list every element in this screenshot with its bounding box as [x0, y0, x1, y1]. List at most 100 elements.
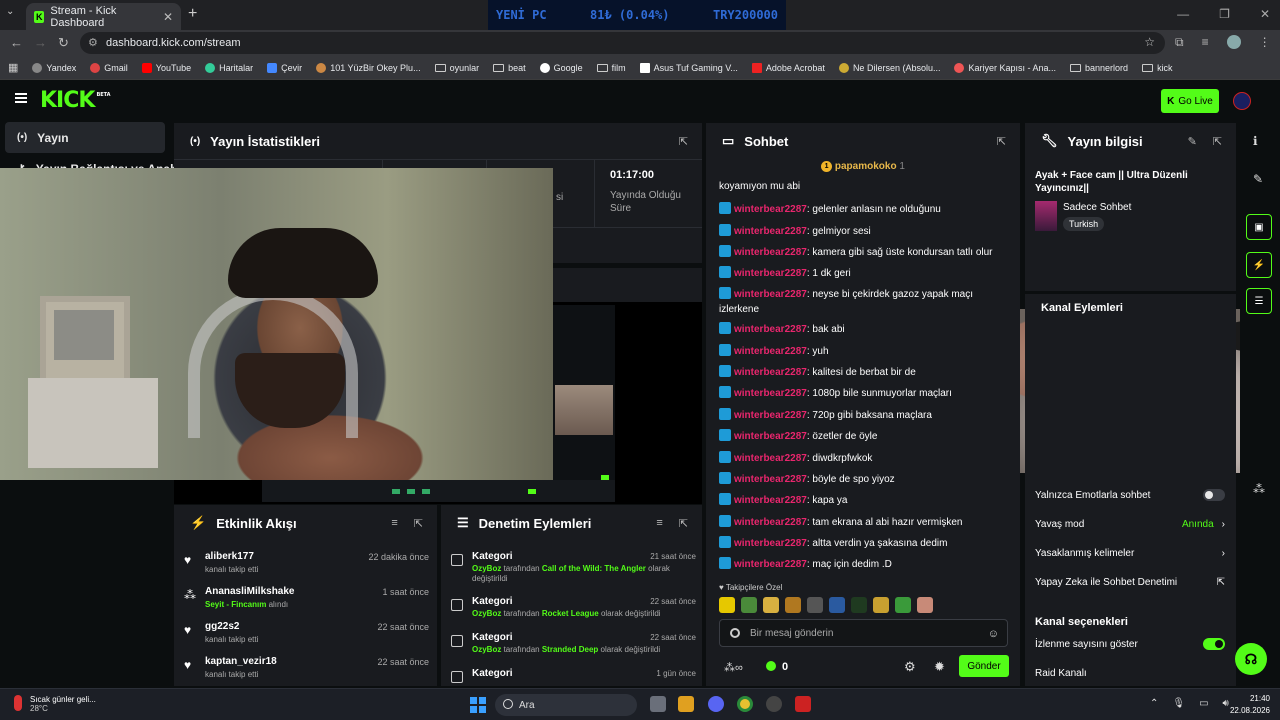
mod-actor[interactable]: OzyBoz [472, 645, 501, 654]
close-tab-icon[interactable]: ✕ [163, 10, 173, 24]
bookmark-folder[interactable]: bannerlord [1070, 63, 1128, 73]
top-gifter[interactable]: 1 papamokoko 1 [706, 161, 1020, 172]
forward-arrow-icon[interactable]: → [34, 35, 47, 50]
back-arrow-icon[interactable]: ← [10, 35, 23, 50]
filter-icon[interactable]: ≡ [391, 517, 397, 530]
chat-input[interactable]: Bir mesaj gönderin ☺ [719, 619, 1008, 647]
close-window-icon[interactable]: ✕ [1260, 7, 1270, 21]
microphone-icon[interactable]: 🎙︎ [1172, 698, 1185, 709]
feed-username[interactable]: AnanasliMilkshake [205, 586, 294, 597]
file-explorer-icon[interactable] [678, 696, 694, 712]
points-counter[interactable]: 0 [766, 661, 788, 673]
mod-actor[interactable]: OzyBoz [472, 564, 501, 573]
chat-username[interactable]: winterbear2287 [734, 474, 807, 485]
bookmark-folder[interactable]: kick [1142, 63, 1173, 73]
chat-username[interactable]: winterbear2287 [734, 346, 807, 357]
feed-username[interactable]: aliberk177 [205, 551, 254, 562]
popout-icon[interactable]: ⇱ [997, 135, 1006, 148]
hamburger-menu-icon[interactable] [15, 93, 27, 103]
chat-username[interactable]: winterbear2287 [734, 324, 807, 335]
chat-username[interactable]: winterbear2287 [734, 388, 807, 399]
emote-icon[interactable] [895, 597, 911, 613]
taskbar-search[interactable]: Ara [495, 694, 637, 716]
show-viewcount-setting[interactable]: İzlenme sayısını göster [1035, 633, 1225, 655]
rail-activity-button[interactable]: ⚡ [1246, 252, 1272, 278]
extensions-icon[interactable]: ⧉ [1175, 35, 1184, 50]
minimize-icon[interactable]: — [1177, 7, 1189, 21]
popout-icon[interactable]: ⇱ [1213, 135, 1222, 148]
user-avatar[interactable] [1233, 92, 1251, 110]
rail-list-button[interactable]: ☰ [1246, 288, 1272, 314]
bookmark-item[interactable]: Google [539, 62, 583, 73]
bookmark-star-icon[interactable]: ☆ [1144, 35, 1155, 49]
emoji-icon[interactable]: ☺ [988, 628, 999, 640]
chat-username[interactable]: winterbear2287 [734, 289, 807, 300]
sidebar-item-stream[interactable]: (•) Yayın [5, 122, 165, 153]
chat-username[interactable]: winterbear2287 [734, 247, 807, 258]
feed-username[interactable]: gg22s2 [205, 621, 239, 632]
help-support-icon[interactable]: ☊ [1235, 643, 1267, 675]
mod-actor[interactable]: OzyBoz [472, 609, 501, 618]
chat-username[interactable]: winterbear2287 [734, 410, 807, 421]
bookmark-item[interactable]: Haritalar [205, 62, 253, 73]
popout-icon[interactable]: ⇱ [679, 135, 688, 148]
popout-icon[interactable]: ⇱ [414, 517, 423, 530]
emote-icon[interactable] [873, 597, 889, 613]
chat-username[interactable]: winterbear2287 [734, 204, 807, 215]
task-view-icon[interactable] [650, 696, 666, 712]
chat-username[interactable]: winterbear2287 [734, 367, 807, 378]
rewards-icon[interactable]: ⁂ [1253, 482, 1265, 496]
emote-icon[interactable] [829, 597, 845, 613]
rail-chat-button[interactable]: ▣ [1246, 214, 1272, 240]
red-app-icon[interactable] [795, 696, 811, 712]
chat-username[interactable]: winterbear2287 [734, 495, 807, 506]
send-button[interactable]: Gönder [959, 655, 1009, 677]
kick-logo[interactable]: KICK BETA [40, 88, 111, 113]
go-live-button[interactable]: K Go Live [1161, 89, 1219, 113]
popout-icon[interactable]: ⇱ [679, 517, 688, 530]
maximize-icon[interactable]: ❐ [1219, 7, 1230, 21]
emote-only-setting[interactable]: Yalnızca Emotlarla sohbet [1035, 484, 1225, 506]
raid-channel-setting[interactable]: Raid Kanalı [1035, 662, 1225, 684]
bookmark-item[interactable]: Çevir [267, 62, 302, 73]
emote-icon[interactable] [851, 597, 867, 613]
chat-username[interactable]: winterbear2287 [734, 517, 807, 528]
chat-username[interactable]: winterbear2287 [734, 559, 807, 570]
reading-list-icon[interactable]: ≡ [1202, 35, 1209, 50]
weather-widget[interactable]: Sıcak günler geli... 28°C [14, 695, 96, 713]
more-menu-icon[interactable]: ⋮ [1259, 35, 1271, 50]
steam-icon[interactable] [766, 696, 782, 712]
chat-mode-icon[interactable] [730, 628, 740, 638]
new-tab-icon[interactable]: + [188, 5, 197, 23]
emote-icon[interactable] [807, 597, 823, 613]
reload-icon[interactable]: ↻ [58, 35, 69, 51]
chat-settings-gear-icon[interactable]: ⚙ [904, 659, 916, 675]
emote-only-toggle[interactable] [1203, 489, 1225, 501]
emote-icon[interactable] [785, 597, 801, 613]
bookmark-item[interactable]: 101 YüzBir Okey Plu... [316, 62, 421, 73]
bookmark-folder[interactable]: beat [493, 63, 526, 73]
chat-username[interactable]: winterbear2287 [734, 268, 807, 279]
bookmark-item[interactable]: Kariyer Kapısı - Ana... [954, 62, 1056, 73]
network-icon[interactable]: ▭ [1199, 698, 1208, 709]
chat-username[interactable]: winterbear2287 [734, 538, 807, 549]
bookmark-item[interactable]: Gmail [90, 62, 128, 73]
site-info-icon[interactable]: ⚙ [88, 36, 98, 49]
filter-icon[interactable]: ≡ [656, 517, 662, 530]
info-icon[interactable]: ℹ [1253, 134, 1258, 148]
edit-icon[interactable]: ✎ [1253, 172, 1263, 186]
emote-picker-icon[interactable]: ✹ [934, 659, 945, 675]
bookmark-item[interactable]: Yandex [32, 62, 76, 73]
chrome-icon[interactable] [737, 696, 753, 712]
tab-search-icon[interactable]: ⌄ [6, 6, 14, 17]
bookmark-folder[interactable]: oyunlar [434, 63, 479, 73]
bookmark-folder[interactable]: film [596, 63, 626, 73]
system-clock[interactable]: 21:40 22.08.2026 [1228, 693, 1270, 717]
chat-username[interactable]: winterbear2287 [734, 431, 807, 442]
discord-icon[interactable] [708, 696, 724, 712]
bookmark-item[interactable]: Adobe Acrobat [751, 62, 825, 73]
emote-icon[interactable] [917, 597, 933, 613]
emote-icon[interactable] [719, 597, 735, 613]
apps-grid-icon[interactable]: ▦ [8, 61, 18, 74]
infinity-points-icon[interactable]: ⁂∞ [724, 661, 743, 674]
